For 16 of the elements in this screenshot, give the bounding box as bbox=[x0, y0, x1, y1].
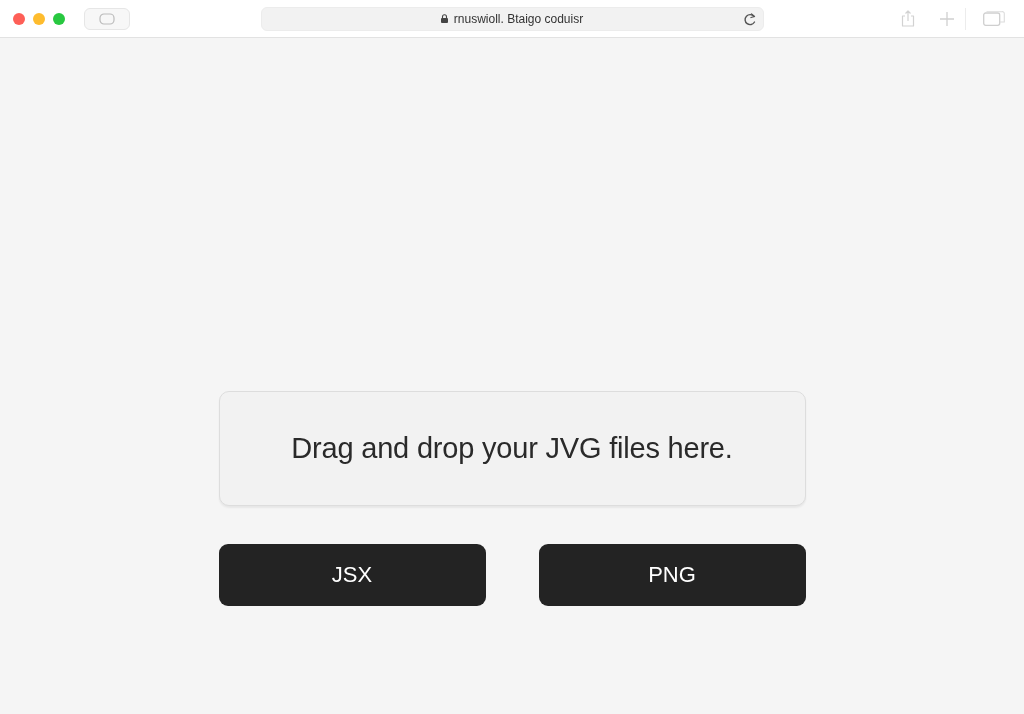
url-text: rnuswioll. Btaigo coduisr bbox=[453, 11, 584, 26]
drop-zone[interactable]: Drag and drop your JVG files here. bbox=[218, 391, 806, 506]
export-button[interactable]: PNG bbox=[538, 544, 806, 606]
address-bar[interactable]: rnuswioll. Btaigo coduisr bbox=[260, 6, 764, 31]
lock-icon bbox=[440, 14, 448, 23]
maximize-icon[interactable] bbox=[53, 12, 65, 25]
sidebar-icon bbox=[99, 12, 115, 25]
share-icon[interactable] bbox=[901, 10, 915, 27]
plus-icon[interactable] bbox=[940, 11, 954, 26]
export-button[interactable]: JSX bbox=[218, 544, 486, 606]
sidebar-button[interactable] bbox=[84, 7, 130, 30]
tabs-icon[interactable] bbox=[983, 11, 1005, 26]
close-icon[interactable] bbox=[13, 12, 25, 25]
minimize-icon[interactable] bbox=[33, 12, 45, 25]
reload-icon[interactable] bbox=[743, 12, 756, 26]
drop-zone-text: Drag and drop your JVG files here. bbox=[291, 432, 733, 465]
